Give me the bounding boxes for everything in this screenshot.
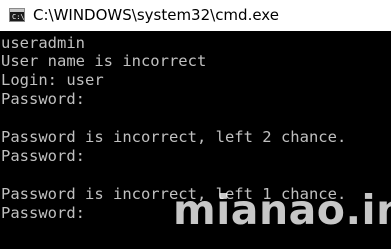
cmd-icon-bar — [10, 9, 24, 12]
console-line: useradmin — [1, 34, 85, 52]
console-line: Password is incorrect, left 2 chance. — [1, 128, 347, 146]
title-bar[interactable]: C:\ C:\WINDOWS\system32\cmd.exe — [0, 0, 391, 31]
console-line: Password: — [1, 90, 85, 108]
console-line: User name is incorrect — [1, 52, 207, 70]
watermark: mianao.info — [173, 186, 391, 234]
console-line-blank — [0, 109, 391, 128]
window-title: C:\WINDOWS\system32\cmd.exe — [33, 6, 279, 24]
cmd-window: C:\ C:\WINDOWS\system32\cmd.exe useradmi… — [0, 0, 391, 249]
cmd-icon-prompt: C:\ — [12, 13, 25, 21]
console-line: Login: user — [1, 71, 104, 89]
console-line: Password: — [1, 147, 85, 165]
cmd-icon[interactable]: C:\ — [9, 8, 25, 22]
